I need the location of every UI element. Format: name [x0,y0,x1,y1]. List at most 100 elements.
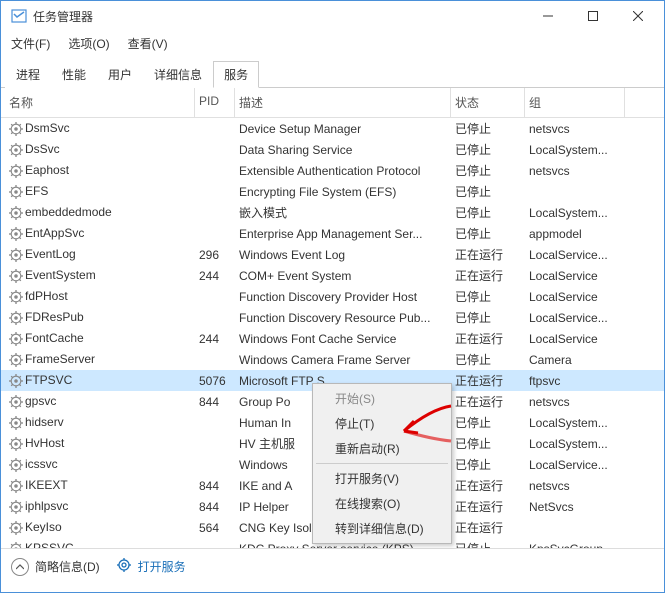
service-status: 正在运行 [451,328,525,349]
service-pid: 844 [195,477,235,495]
table-row[interactable]: DsSvcData Sharing Service已停止LocalSystem.… [1,139,664,160]
service-name: EventLog [5,245,195,264]
service-name: embeddedmode [5,203,195,222]
service-pid: 296 [195,246,235,264]
service-status: 已停止 [451,118,525,139]
service-name: IKEEXT [5,476,195,495]
tab-0[interactable]: 进程 [5,61,51,88]
col-header-status[interactable]: 状态 [451,88,525,117]
service-group: netsvcs [525,162,625,180]
open-services-link[interactable]: 打开服务 [116,557,186,576]
service-status: 已停止 [451,160,525,181]
chevron-up-icon [11,558,29,576]
service-group: LocalService... [525,309,625,327]
service-group: LocalService [525,267,625,285]
service-group: LocalSystem... [525,435,625,453]
col-header-pid[interactable]: PID [195,88,235,117]
gear-icon [9,521,23,535]
minimize-button[interactable] [525,1,570,31]
service-name: EFS [5,182,195,201]
table-row[interactable]: EntAppSvcEnterprise App Management Ser..… [1,223,664,244]
table-row[interactable]: FDResPubFunction Discovery Resource Pub.… [1,307,664,328]
context-menu-item[interactable]: 转到详细信息(D) [315,516,449,541]
service-name: DsSvc [5,140,195,159]
service-group [525,190,625,194]
service-status: 已停止 [451,433,525,454]
col-header-group[interactable]: 组 [525,88,625,117]
service-pid [195,358,235,362]
context-menu-item[interactable]: 打开服务(V) [315,466,449,491]
service-desc: COM+ Event System [235,267,451,285]
gear-icon [9,164,23,178]
menubar: 文件(F) 选项(O) 查看(V) [1,31,664,56]
service-status: 已停止 [451,139,525,160]
gear-icon [9,542,23,548]
service-pid [195,463,235,467]
service-group: netsvcs [525,120,625,138]
service-status: 已停止 [451,202,525,223]
service-pid [195,148,235,152]
service-pid [195,547,235,549]
open-services-label: 打开服务 [138,558,186,575]
service-pid [195,127,235,131]
service-pid: 244 [195,267,235,285]
service-status: 正在运行 [451,517,525,538]
close-button[interactable] [615,1,660,31]
service-group: LocalService... [525,456,625,474]
brief-info-button[interactable]: 简略信息(D) [11,558,100,576]
service-pid [195,211,235,215]
service-group: LocalService [525,330,625,348]
table-row[interactable]: FontCache244Windows Font Cache Service正在… [1,328,664,349]
tab-3[interactable]: 详细信息 [143,61,213,88]
service-desc: Extensible Authentication Protocol [235,162,451,180]
table-row[interactable]: fdPHostFunction Discovery Provider Host已… [1,286,664,307]
gear-icon [9,458,23,472]
service-name: Eaphost [5,161,195,180]
gear-icon [116,557,132,576]
context-menu: 开始(S)停止(T)重新启动(R)打开服务(V)在线搜索(O)转到详细信息(D) [312,383,452,544]
service-status: 正在运行 [451,391,525,412]
table-row[interactable]: EFSEncrypting File System (EFS)已停止 [1,181,664,202]
context-menu-item[interactable]: 重新启动(R) [315,436,449,461]
tab-bar: 进程性能用户详细信息服务 [1,60,664,88]
service-group: netsvcs [525,477,625,495]
service-desc: Device Setup Manager [235,120,451,138]
table-row[interactable]: EventSystem244COM+ Event System正在运行Local… [1,265,664,286]
service-pid [195,232,235,236]
col-header-desc[interactable]: 描述 [235,88,451,117]
col-header-name[interactable]: 名称 [5,88,195,117]
menu-view[interactable]: 查看(V) [124,33,172,54]
table-row[interactable]: EventLog296Windows Event Log正在运行LocalSer… [1,244,664,265]
service-name: icssvc [5,455,195,474]
service-name: KPSSVC [5,539,195,548]
service-desc: Function Discovery Resource Pub... [235,309,451,327]
table-row[interactable]: Eaphost Extensible Authentication Protoco… [1,160,664,181]
menu-file[interactable]: 文件(F) [7,33,54,54]
gear-icon [9,227,23,241]
menu-options[interactable]: 选项(O) [64,33,113,54]
context-menu-item[interactable]: 在线搜索(O) [315,491,449,516]
table-row[interactable]: FrameServerWindows Camera Frame Server已停… [1,349,664,370]
service-name: FrameServer [5,350,195,369]
service-group: LocalSystem... [525,141,625,159]
service-name: FTPSVC [5,371,195,390]
table-row[interactable]: DsmSvc Device Setup Manager已停止netsvcs [1,118,664,139]
window-controls [525,1,660,31]
service-desc: Windows Camera Frame Server [235,351,451,369]
tab-2[interactable]: 用户 [97,61,143,88]
maximize-button[interactable] [570,1,615,31]
tab-1[interactable]: 性能 [51,61,97,88]
service-name: HvHost [5,434,195,453]
service-name: EntAppSvc [5,224,195,243]
gear-icon [9,143,23,157]
service-pid: 564 [195,519,235,537]
context-menu-item[interactable]: 停止(T) [315,411,449,436]
service-pid: 244 [195,330,235,348]
table-row[interactable]: embeddedmode嵌入模式已停止LocalSystem... [1,202,664,223]
tab-4[interactable]: 服务 [213,61,259,88]
gear-icon [9,395,23,409]
service-name: iphlpsvc [5,497,195,516]
service-pid [195,421,235,425]
service-name: DsmSvc [5,119,195,138]
gear-icon [9,269,23,283]
